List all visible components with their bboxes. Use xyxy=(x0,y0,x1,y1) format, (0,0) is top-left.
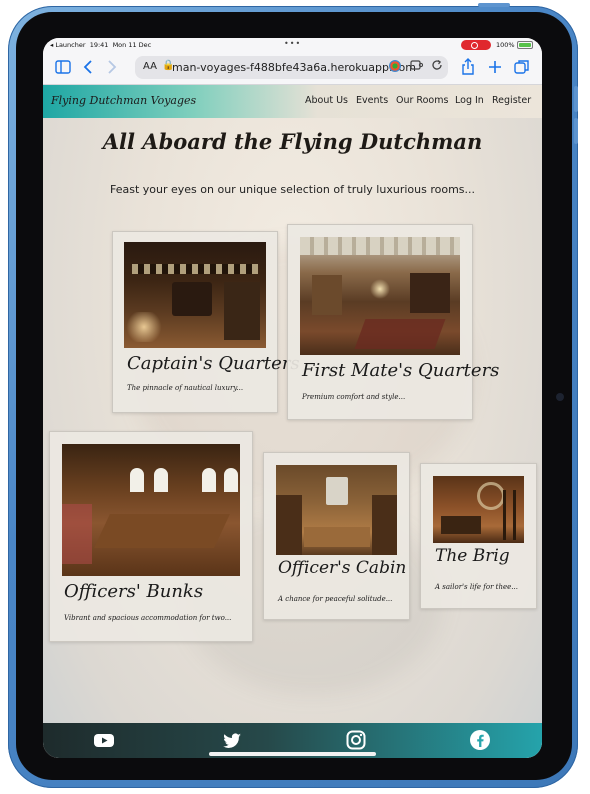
room-photo xyxy=(62,444,240,576)
back-arrow-icon[interactable] xyxy=(83,60,93,77)
tabs-overview-icon[interactable] xyxy=(514,59,530,78)
room-description: A sailor's life for thee... xyxy=(435,583,518,591)
site-navbar: Flying Dutchman Voyages About Us Events … xyxy=(43,85,542,118)
battery-percent: 100% xyxy=(496,41,515,49)
page-title: All Aboard the Flying Dutchman xyxy=(102,129,483,154)
device-side-button xyxy=(574,86,578,112)
instagram-icon[interactable] xyxy=(345,729,367,751)
new-tab-plus-icon[interactable] xyxy=(488,60,502,77)
screen: ◂ Launcher 19:41 Mon 11 Dec ••• 100% AA … xyxy=(43,38,542,758)
address-bar[interactable]: AA 🔒 man-voyages-f488bfe43a6a.herokuapp.… xyxy=(135,56,448,79)
room-card-first-mates-quarters[interactable]: First Mate's Quarters Premium comfort an… xyxy=(287,224,499,420)
room-photo xyxy=(433,476,524,543)
extension-icon[interactable] xyxy=(389,60,401,72)
battery-icon xyxy=(517,41,533,49)
room-title: Officers' Bunks xyxy=(64,581,204,602)
room-description: Premium comfort and style... xyxy=(302,393,406,401)
room-title: First Mate's Quarters xyxy=(302,360,500,381)
room-photo xyxy=(276,465,397,555)
url-text[interactable]: man-voyages-f488bfe43a6a.herokuapp.com xyxy=(172,61,416,74)
status-date: Mon 11 Dec xyxy=(112,41,152,49)
nav-link-register[interactable]: Register xyxy=(492,95,531,106)
room-card-the-brig[interactable]: The Brig A sailor's life for thee... xyxy=(420,463,537,609)
room-photo xyxy=(300,237,460,355)
room-card-officers-cabin[interactable]: Officer's Cabin A chance for peaceful so… xyxy=(263,452,410,620)
browser-toolbar: AA 🔒 man-voyages-f488bfe43a6a.herokuapp.… xyxy=(43,52,542,85)
facebook-icon[interactable] xyxy=(469,729,491,751)
room-title: Officer's Cabin xyxy=(278,558,407,578)
web-page: Flying Dutchman Voyages About Us Events … xyxy=(43,85,542,758)
nav-link-our-rooms[interactable]: Our Rooms xyxy=(396,95,448,106)
page-subtitle: Feast your eyes on our unique selection … xyxy=(109,183,475,196)
room-card-captains-quarters[interactable]: Captain's Quarters The pinnacle of nauti… xyxy=(112,231,300,413)
camera-lens xyxy=(556,393,564,401)
reload-icon[interactable] xyxy=(431,59,443,74)
device-top-button xyxy=(478,3,510,7)
home-indicator[interactable] xyxy=(209,752,376,756)
room-description: Vibrant and spacious accommodation for t… xyxy=(64,614,232,622)
twitter-icon[interactable] xyxy=(221,729,243,751)
forward-arrow-icon[interactable] xyxy=(107,60,117,77)
room-description: A chance for peaceful solitude... xyxy=(278,595,393,603)
sidebar-toggle-icon[interactable] xyxy=(55,60,71,77)
room-title: Captain's Quarters xyxy=(127,353,300,374)
share-icon[interactable] xyxy=(461,58,475,78)
multitasking-dots-icon[interactable]: ••• xyxy=(284,39,301,48)
back-to-app-link[interactable]: ◂ Launcher xyxy=(50,41,86,49)
room-title: The Brig xyxy=(435,546,510,566)
nav-link-log-in[interactable]: Log In xyxy=(455,95,484,106)
status-left: ◂ Launcher 19:41 Mon 11 Dec xyxy=(50,41,151,49)
room-card-officers-bunks[interactable]: Officers' Bunks Vibrant and spacious acc… xyxy=(49,431,253,642)
room-photo xyxy=(124,242,266,348)
brand-logo-link[interactable]: Flying Dutchman Voyages xyxy=(51,94,196,107)
device-side-button xyxy=(574,118,578,144)
room-description: The pinnacle of nautical luxury... xyxy=(127,384,244,392)
youtube-icon[interactable] xyxy=(93,729,115,751)
nav-link-events[interactable]: Events xyxy=(356,95,388,106)
reader-aa-button[interactable]: AA xyxy=(143,61,157,72)
status-time: 19:41 xyxy=(89,41,109,49)
nav-link-about-us[interactable]: About Us xyxy=(305,95,348,106)
extension-puzzle-icon[interactable] xyxy=(410,59,424,74)
status-bar: ◂ Launcher 19:41 Mon 11 Dec ••• 100% xyxy=(43,38,542,52)
screen-record-icon[interactable] xyxy=(461,40,491,50)
